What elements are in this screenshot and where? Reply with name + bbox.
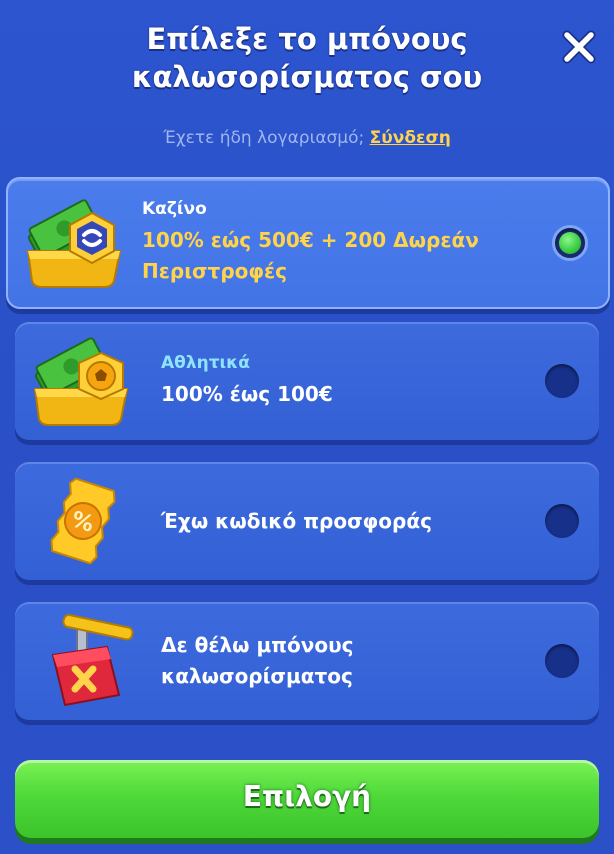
bonus-option-title: 100% έως 100€ [161, 381, 333, 406]
page-title: Επίλεξε το μπόνους καλωσορίσματος σου [60, 20, 554, 96]
promo-code-ticket-icon: % [27, 471, 139, 571]
bonus-selection-screen: Επίλεξε το μπόνους καλωσορίσματος σου Έχ… [0, 0, 614, 854]
bonus-option-no-bonus-text: Δε θέλω μπόνους καλωσορίσματος [149, 602, 529, 720]
bonus-option-title: 100% εώς 500€ + 200 Δωρεάν Περιστροφές [142, 225, 538, 287]
bonus-option-sports-text: Αθλητικά 100% έως 100€ [149, 322, 529, 440]
radio-sports[interactable] [545, 364, 579, 398]
login-link[interactable]: Σύνδεση [370, 128, 451, 148]
bonus-option-sublabel: Καζίνο [142, 199, 207, 219]
bonus-option-casino[interactable]: Καζίνο 100% εώς 500€ + 200 Δωρεάν Περιστ… [6, 177, 610, 309]
no-bonus-detonator-icon [27, 611, 139, 711]
bonus-option-sublabel: Αθλητικά [161, 352, 250, 373]
radio-casino[interactable] [552, 225, 588, 261]
radio-promo-code[interactable] [545, 504, 579, 538]
bonus-option-no-bonus[interactable]: Δε θέλω μπόνους καλωσορίσματος [15, 602, 599, 720]
select-button[interactable]: Επιλογή [15, 760, 599, 838]
radio-selected-dot [559, 232, 581, 254]
casino-money-chip-icon [20, 193, 132, 293]
page-title-line2: καλωσορίσματος σου [131, 60, 483, 94]
page-title-line1: Επίλεξε το μπόνους [146, 22, 468, 56]
bonus-option-title-line2: καλωσορίσματος [161, 664, 353, 688]
close-button[interactable] [558, 26, 600, 68]
sports-money-ball-icon [27, 331, 139, 431]
bonus-option-title-line2: Περιστροφές [142, 259, 288, 283]
bonus-option-title-line1: Δε θέλω μπόνους [161, 633, 354, 657]
bonus-option-title-line1: 100% εώς 500€ + 200 Δωρεάν [142, 228, 479, 252]
login-prompt-line: Έχετε ήδη λογαριασμό; Σύνδεση [0, 128, 614, 148]
bonus-option-title: Έχω κωδικό προσφοράς [161, 508, 432, 533]
bonus-option-promo-code[interactable]: % Έχω κωδικό προσφοράς [15, 462, 599, 580]
select-button-label: Επιλογή [242, 779, 372, 813]
login-prompt: Έχετε ήδη λογαριασμό; [163, 128, 365, 148]
bonus-option-title: Δε θέλω μπόνους καλωσορίσματος [161, 630, 529, 692]
bonus-option-sports[interactable]: Αθλητικά 100% έως 100€ [15, 322, 599, 440]
close-icon [562, 30, 596, 64]
radio-no-bonus[interactable] [545, 644, 579, 678]
bonus-option-promo-text: Έχω κωδικό προσφοράς [149, 462, 529, 580]
bonus-option-casino-text: Καζίνο 100% εώς 500€ + 200 Δωρεάν Περιστ… [142, 179, 538, 307]
